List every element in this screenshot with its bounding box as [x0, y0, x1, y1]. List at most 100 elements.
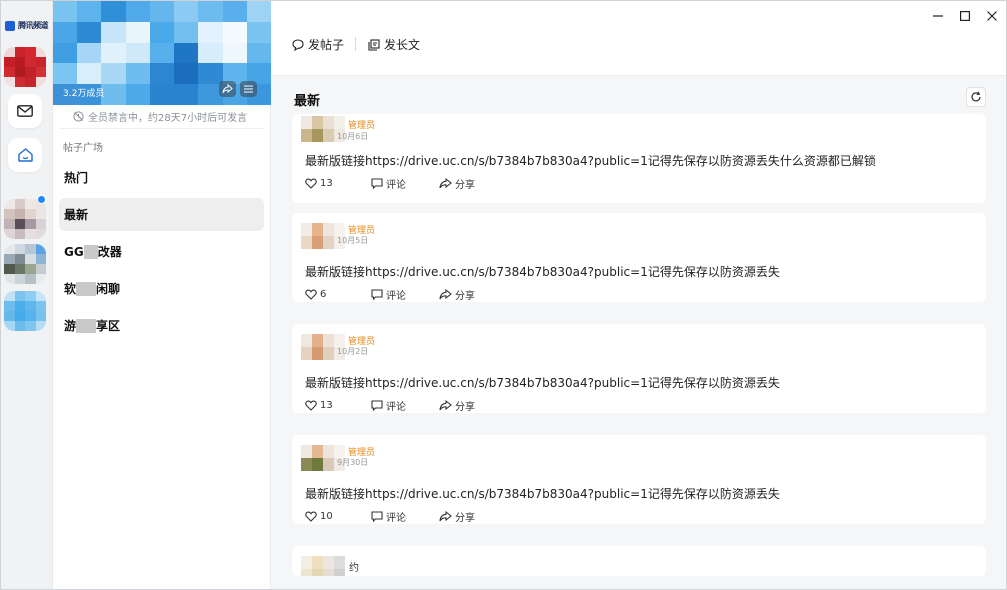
unread-dot	[37, 195, 46, 204]
redacted-text	[83, 244, 98, 259]
post-card[interactable]: 管理员 10月6日 最新版链接https://drive.uc.cn/s/b73…	[292, 114, 986, 203]
comment-button[interactable]: 评论	[371, 398, 439, 413]
post-card[interactable]: 管理员 9月30日 最新版链接https://drive.uc.cn/s/b73…	[292, 435, 986, 524]
comment-icon	[371, 178, 383, 189]
redacted-text	[76, 281, 97, 296]
main-feed-area: 发帖子 发长文 最新 管理员 10月6日 最新版链接https://drive.…	[271, 1, 1006, 589]
comment-button[interactable]: 评论	[371, 176, 439, 191]
document-icon	[368, 38, 380, 51]
new-post-button[interactable]: 发帖子	[292, 36, 344, 53]
share-icon	[439, 400, 452, 411]
nav-item-label-suffix: 改器	[97, 245, 122, 259]
comment-icon	[371, 511, 383, 522]
comment-button[interactable]: 评论	[371, 287, 439, 302]
post-actions: 13 评论 分享	[305, 176, 475, 191]
nav-item-gg-tools[interactable]: GG 改器	[59, 235, 264, 268]
comment-label: 评论	[386, 402, 406, 413]
server-avatar-anime[interactable]	[4, 199, 46, 239]
share-icon	[439, 178, 452, 189]
refresh-icon	[970, 91, 982, 103]
chat-bubble-icon	[292, 38, 304, 51]
comment-button[interactable]: 评论	[371, 509, 439, 524]
share-icon	[439, 511, 452, 522]
share-button[interactable]: 分享	[439, 398, 475, 413]
share-channel-button[interactable]	[219, 81, 236, 97]
channel-divider	[59, 128, 264, 129]
like-button[interactable]: 6	[305, 287, 371, 302]
nav-item-label-suffix: 闲聊	[96, 282, 121, 296]
share-label: 分享	[455, 291, 475, 302]
post-date: 10月6日	[337, 132, 369, 141]
post-content[interactable]: 最新版链接https://drive.uc.cn/s/b7384b7b830a4…	[305, 152, 876, 169]
minimize-button[interactable]	[929, 7, 947, 25]
minimize-icon	[933, 11, 943, 21]
like-button[interactable]: 13	[305, 398, 371, 413]
post-date: 9月30日	[337, 458, 369, 467]
like-count: 13	[320, 178, 333, 189]
nav-item-hot[interactable]: 热门	[59, 161, 264, 194]
like-button[interactable]: 10	[305, 509, 371, 524]
comment-label: 评论	[386, 180, 406, 191]
post-date: 10月5日	[337, 236, 369, 245]
author-name-fragment: 约	[349, 563, 359, 574]
like-count: 6	[320, 289, 327, 300]
member-count: 3.2万成员	[63, 89, 105, 99]
new-post-label: 发帖子	[308, 38, 345, 52]
nav-item-label-prefix: 游	[64, 319, 77, 333]
nav-item-label-suffix: 享区	[96, 319, 121, 333]
post-card[interactable]: 管理员 10月5日 最新版链接https://drive.uc.cn/s/b73…	[292, 213, 986, 302]
nav-item-latest[interactable]: 最新	[59, 198, 264, 231]
post-actions: 6 评论 分享	[305, 287, 475, 302]
mute-notice-text: 全员禁言中，约28天7小时后可发言	[88, 113, 248, 124]
channel-menu-button[interactable]	[240, 81, 257, 97]
server-avatar-game[interactable]	[4, 244, 46, 284]
nav-item-games[interactable]: 游 享区	[59, 309, 264, 342]
top-bar: 发帖子 发长文	[271, 1, 1006, 76]
share-label: 分享	[455, 180, 475, 191]
refresh-button[interactable]	[966, 87, 986, 107]
close-button[interactable]	[983, 7, 1001, 25]
nav-item-label-prefix: GG	[64, 244, 84, 259]
messages-button[interactable]	[8, 94, 42, 128]
new-article-button[interactable]: 发长文	[368, 36, 420, 53]
home-button[interactable]	[8, 138, 42, 172]
post-content[interactable]: 最新版链接https://drive.uc.cn/s/b7384b7b830a4…	[305, 263, 780, 280]
post-content[interactable]: 最新版链接https://drive.uc.cn/s/b7384b7b830a4…	[305, 374, 780, 391]
share-button[interactable]: 分享	[439, 176, 475, 191]
redacted-text	[76, 318, 97, 333]
post-card[interactable]: 管理员 10月2日 最新版链接https://drive.uc.cn/s/b73…	[292, 324, 986, 413]
post-content[interactable]: 最新版链接https://drive.uc.cn/s/b7384b7b830a4…	[305, 485, 780, 502]
server-avatar-red[interactable]	[4, 47, 46, 87]
share-button[interactable]: 分享	[439, 509, 475, 524]
channel-panel: 3.2万成员 全员禁言中，约28天7小时后可发言 帖子广场 热门 最新 GG 改…	[53, 1, 271, 589]
mail-icon	[17, 105, 33, 117]
feed-sort-title: 最新	[294, 94, 321, 109]
comment-label: 评论	[386, 291, 406, 302]
nav-item-chat[interactable]: 软 闲聊	[59, 272, 264, 305]
mute-clock-icon	[73, 111, 84, 122]
home-icon	[17, 148, 33, 162]
share-label: 分享	[455, 402, 475, 413]
server-avatar-blue[interactable]	[4, 291, 46, 331]
post-date: 10月2日	[337, 347, 369, 356]
author-role-badge: 管理员	[348, 121, 376, 131]
author-avatar[interactable]	[301, 556, 345, 576]
nav-item-label: 最新	[64, 208, 89, 222]
section-title: 帖子广场	[63, 143, 103, 154]
toolbar-separator	[355, 37, 356, 51]
share-label: 分享	[455, 513, 475, 524]
new-article-label: 发长文	[384, 38, 421, 52]
post-card[interactable]: 约	[292, 546, 986, 576]
share-button[interactable]: 分享	[439, 287, 475, 302]
app-logo: 腾讯频道	[5, 20, 49, 31]
nav-item-label: 热门	[64, 171, 89, 185]
mute-notice: 全员禁言中，约28天7小时后可发言	[73, 109, 247, 124]
like-button[interactable]: 13	[305, 176, 371, 191]
app-logo-text: 腾讯频道	[18, 21, 49, 30]
logo-mark-icon	[5, 20, 15, 31]
share-icon	[222, 84, 233, 94]
close-icon	[987, 11, 997, 21]
post-actions: 13 评论 分享	[305, 398, 475, 413]
heart-icon	[305, 289, 317, 300]
maximize-button[interactable]	[956, 7, 974, 25]
